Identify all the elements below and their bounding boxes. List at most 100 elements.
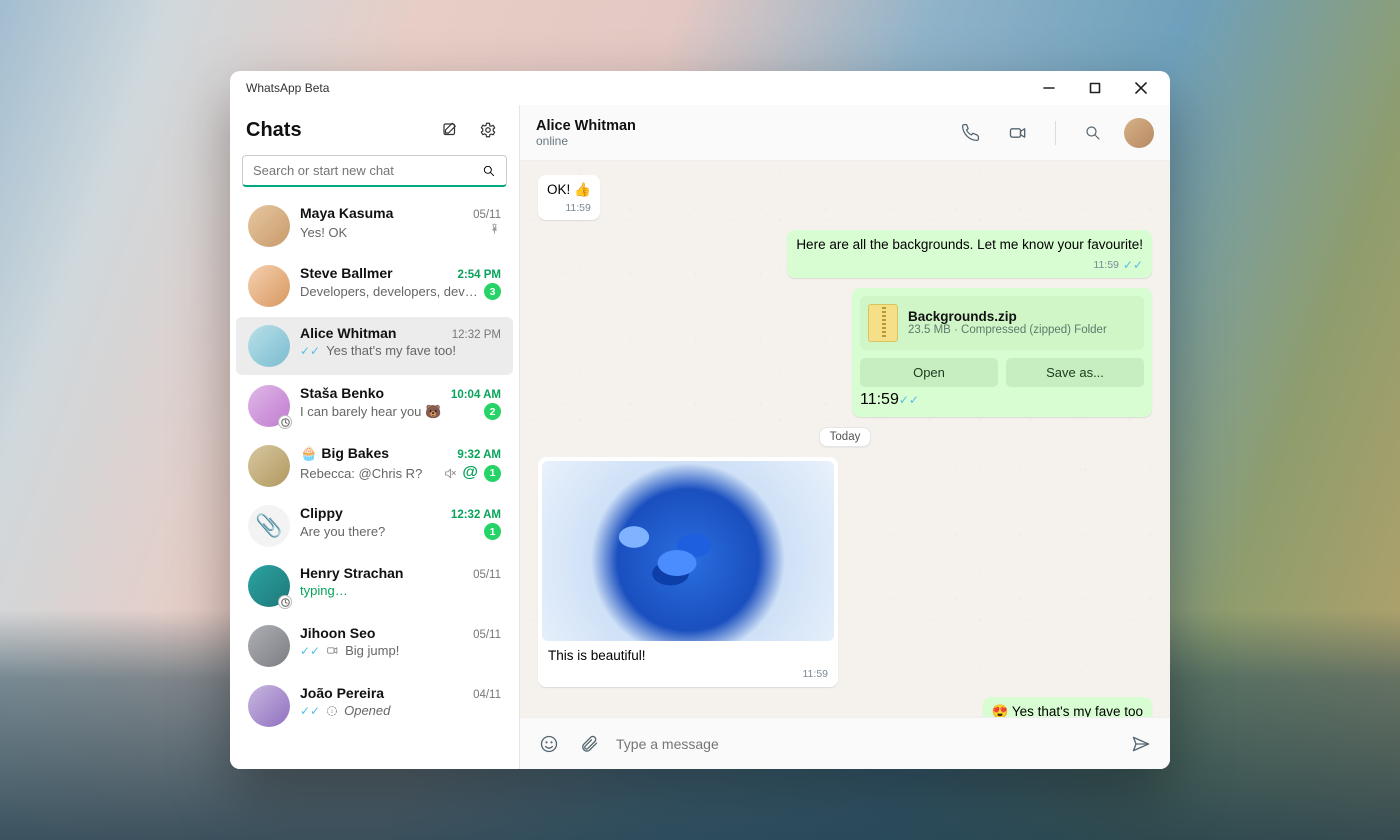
chat-time: 04/11 <box>473 689 501 701</box>
chat-item-stasa[interactable]: Staša Benko10:04 AM I can barely hear yo… <box>236 377 513 435</box>
compose-icon <box>441 121 459 139</box>
paperclip-icon <box>579 734 599 754</box>
svg-text:1: 1 <box>331 708 334 713</box>
avatar <box>248 325 290 367</box>
chat-name: João Pereira <box>300 685 467 701</box>
image-thumbnail[interactable] <box>542 461 834 641</box>
phone-icon <box>961 123 980 142</box>
chat-time: 05/11 <box>473 209 501 221</box>
image-caption: This is beautiful! <box>548 648 646 663</box>
message-input[interactable] <box>616 736 1114 752</box>
search-input[interactable] <box>253 163 474 178</box>
chat-preview: Yes! OK <box>300 225 482 240</box>
send-icon <box>1131 734 1151 754</box>
chat-list[interactable]: Maya Kasuma 05/11 Yes! OK Steve Ballmer2:… <box>230 195 519 769</box>
close-button[interactable] <box>1118 72 1164 104</box>
window-controls <box>1026 72 1164 104</box>
conversation-search-button[interactable] <box>1076 116 1110 150</box>
chat-time: 05/11 <box>473 629 501 641</box>
attachment-meta: 23.5 MB · Compressed (zipped) Folder <box>908 324 1107 336</box>
titlebar: WhatsApp Beta <box>230 71 1170 105</box>
avatar <box>248 685 290 727</box>
avatar <box>248 445 290 487</box>
chat-name: Clippy <box>300 505 445 521</box>
chat-name: Henry Strachan <box>300 565 467 581</box>
chat-name: Jihoon Seo <box>300 625 467 641</box>
search-field[interactable] <box>242 155 507 187</box>
mention-icon: @ <box>462 464 478 482</box>
chat-item-henry[interactable]: Henry Strachan05/11 typing… <box>236 557 513 615</box>
chat-time: 9:32 AM <box>457 449 501 461</box>
disappearing-icon <box>278 595 292 609</box>
chat-preview: Are you there? <box>300 524 478 539</box>
chat-item-jihoon[interactable]: Jihoon Seo 05/11 ✓✓ Big jump! <box>236 617 513 675</box>
message-in[interactable]: OK! 👍 11:59 <box>538 175 600 220</box>
message-text: 😍 Yes that's my fave too <box>992 704 1143 717</box>
chat-name: Steve Ballmer <box>300 265 452 281</box>
conversation-name: Alice Whitman <box>536 118 636 134</box>
voice-call-button[interactable] <box>953 116 987 150</box>
divider <box>1055 121 1056 145</box>
chat-name: Maya Kasuma <box>300 205 467 221</box>
chat-item-maya[interactable]: Maya Kasuma 05/11 Yes! OK <box>236 197 513 255</box>
read-ticks-icon: ✓✓ <box>300 704 320 718</box>
chat-time: 10:04 AM <box>451 389 501 401</box>
minimize-button[interactable] <box>1026 72 1072 104</box>
profile-avatar[interactable] <box>1124 118 1154 148</box>
chat-name: 🧁 Big Bakes <box>300 445 451 462</box>
chat-time: 12:32 PM <box>452 329 501 341</box>
video-icon <box>1008 123 1028 143</box>
chat-item-alice[interactable]: Alice Whitman12:32 PM ✓✓ Yes that's my f… <box>236 317 513 375</box>
message-list[interactable]: OK! 👍 11:59 Here are all the backgrounds… <box>520 161 1170 717</box>
attachment-card[interactable]: Backgrounds.zip 23.5 MB · Compressed (zi… <box>852 288 1152 417</box>
video-call-button[interactable] <box>1001 116 1035 150</box>
chat-preview: Yes that's my fave too! <box>326 343 501 358</box>
avatar <box>248 625 290 667</box>
chat-preview: Opened <box>344 703 501 718</box>
conversation-status: online <box>536 134 636 148</box>
window-title: WhatsApp Beta <box>246 81 329 95</box>
read-ticks-icon: ✓✓ <box>300 644 320 658</box>
message-text: OK! 👍 <box>547 182 591 197</box>
message-time: 11:59 <box>803 667 829 681</box>
chat-name: Alice Whitman <box>300 325 446 341</box>
avatar <box>248 565 290 607</box>
settings-button[interactable] <box>473 115 503 145</box>
viewonce-icon: 1 <box>326 705 338 717</box>
conversation-header[interactable]: Alice Whitman online <box>520 105 1170 161</box>
chat-preview: Big jump! <box>345 643 501 658</box>
sidebar-heading: Chats <box>246 119 427 142</box>
attachment-open-button[interactable]: Open <box>860 358 998 387</box>
attach-button[interactable] <box>576 734 602 754</box>
send-button[interactable] <box>1128 734 1154 754</box>
message-out[interactable]: 😍 Yes that's my fave too 11:59✓✓ <box>983 697 1152 717</box>
unread-badge: 3 <box>484 283 501 300</box>
zip-file-icon <box>868 304 898 342</box>
attachment-save-button[interactable]: Save as... <box>1006 358 1144 387</box>
app-window: WhatsApp Beta Chats <box>230 71 1170 769</box>
image-message[interactable]: This is beautiful! 11:59 <box>538 457 838 687</box>
chat-item-steve[interactable]: Steve Ballmer2:54 PM Developers, develop… <box>236 257 513 315</box>
read-ticks-icon: ✓✓ <box>1123 257 1143 273</box>
emoji-button[interactable] <box>536 734 562 754</box>
chat-item-bigbakes[interactable]: 🧁 Big Bakes 9:32 AM Rebecca: @Chris R? @… <box>236 437 513 495</box>
conversation-pane: Alice Whitman online OK! 👍 11:59 Here ar… <box>520 105 1170 769</box>
message-out[interactable]: Here are all the backgrounds. Let me kno… <box>787 230 1152 277</box>
unread-badge: 2 <box>484 403 501 420</box>
chat-item-clippy[interactable]: 📎 Clippy12:32 AM Are you there? 1 <box>236 497 513 555</box>
chat-item-joao[interactable]: João Pereira 04/11 ✓✓ 1 Opened <box>236 677 513 735</box>
attachment-name: Backgrounds.zip <box>908 309 1107 324</box>
chat-preview: Rebecca: @Chris R? <box>300 466 438 481</box>
video-icon <box>326 644 339 657</box>
search-icon <box>482 164 496 178</box>
maximize-button[interactable] <box>1072 72 1118 104</box>
muted-icon <box>444 467 457 480</box>
chat-time: 12:32 AM <box>451 509 501 521</box>
unread-badge: 1 <box>484 523 501 540</box>
disappearing-icon <box>278 415 292 429</box>
unread-badge: 1 <box>484 465 501 482</box>
read-ticks-icon: ✓✓ <box>899 393 919 407</box>
chat-name: Staša Benko <box>300 385 445 401</box>
new-chat-button[interactable] <box>435 115 465 145</box>
chat-time: 05/11 <box>473 569 501 581</box>
